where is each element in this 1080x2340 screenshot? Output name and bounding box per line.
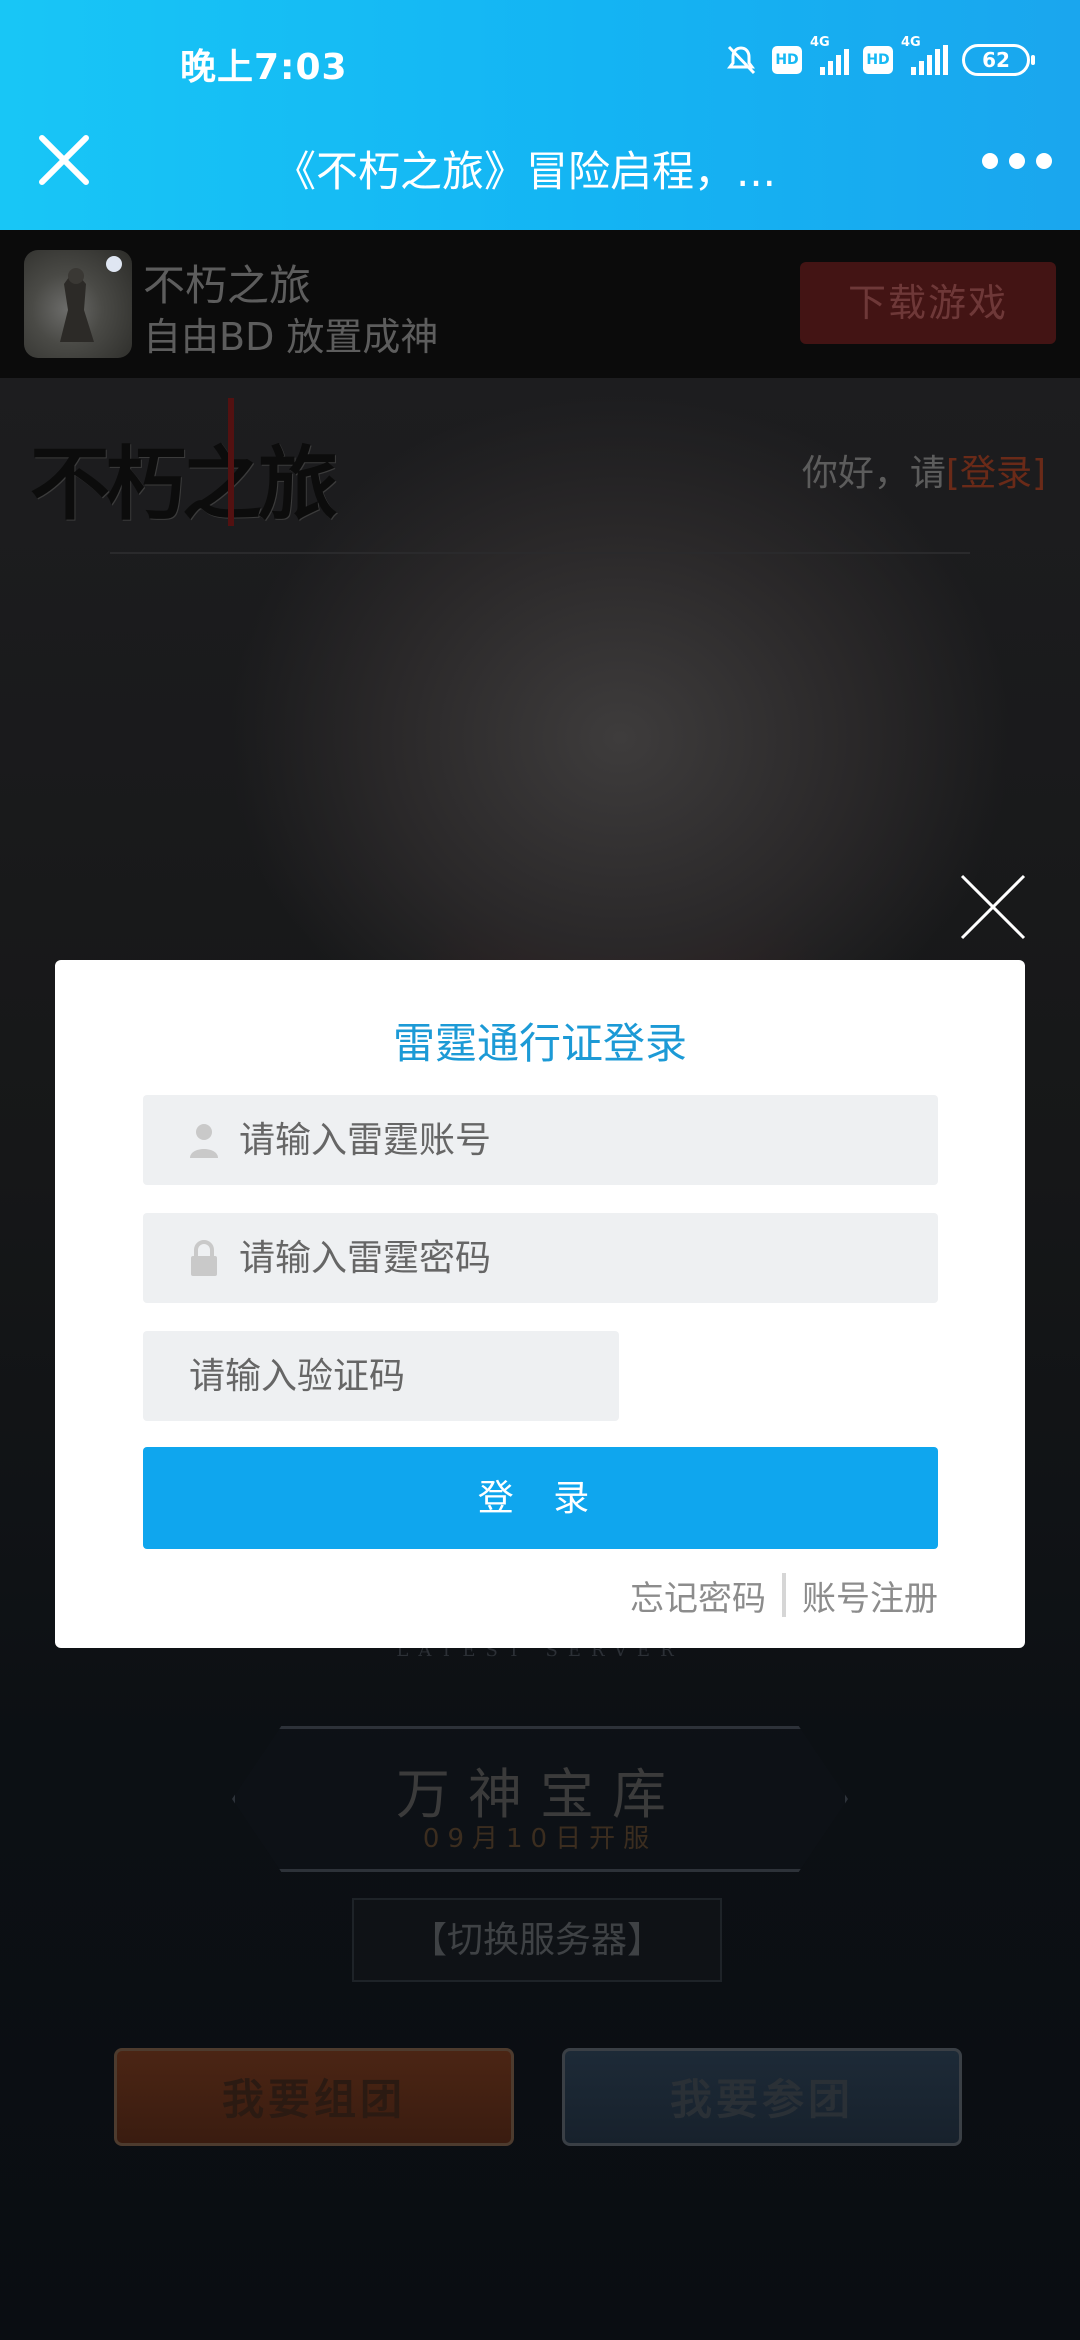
- join-team-button[interactable]: 我要参团: [562, 2048, 962, 2146]
- login-button[interactable]: 登 录: [143, 1447, 938, 1549]
- status-bar: 晚上7:03 HD 4G HD 4G 62: [0, 0, 1080, 120]
- game-character-icon: [60, 256, 122, 342]
- forgot-password-link[interactable]: 忘记密码: [630, 1571, 766, 1620]
- more-dots-icon[interactable]: [982, 146, 1052, 176]
- modal-links: 忘记密码 账号注册: [630, 1570, 938, 1620]
- server-open-date: 09月10日开服: [422, 1824, 658, 1854]
- app-download-banner: 不朽之旅 自由BD 放置成神 下载游戏: [0, 230, 1080, 378]
- signal-icon-2: 4G: [901, 35, 948, 75]
- close-icon[interactable]: [34, 130, 94, 190]
- hero-login-link[interactable]: [登录]: [946, 453, 1046, 494]
- link-separator: [782, 1573, 786, 1617]
- title-bar: 《不朽之旅》冒险启程，...: [0, 120, 1080, 230]
- sword-icon: [228, 398, 234, 526]
- password-input[interactable]: [237, 1213, 938, 1303]
- hd-badge-2: HD: [863, 46, 893, 74]
- captcha-input[interactable]: [143, 1331, 619, 1421]
- modal-title: 雷霆通行证登录: [392, 1019, 687, 1068]
- status-time: 晚上7:03: [180, 47, 348, 88]
- switch-server-button[interactable]: 【切换服务器】: [352, 1898, 722, 1982]
- app-name: 不朽之旅: [143, 261, 312, 310]
- top-bar: 晚上7:03 HD 4G HD 4G 62 《不朽之旅》冒险启程，...: [0, 0, 1080, 230]
- battery-indicator: 62: [962, 44, 1035, 76]
- signal-icon: 4G: [810, 35, 849, 75]
- modal-close-icon[interactable]: [958, 872, 1028, 942]
- login-modal: 雷霆通行证登录 登 录 忘记密码 账号注册: [55, 960, 1025, 1648]
- game-logo: 不朽之旅: [30, 398, 338, 531]
- app-icon: [24, 250, 132, 358]
- page-title: 《不朽之旅》冒险启程，...: [273, 147, 777, 196]
- hero-divider: [110, 552, 970, 554]
- captcha-field[interactable]: [143, 1331, 619, 1421]
- app-slogan: 自由BD 放置成神: [143, 315, 439, 359]
- lock-icon: [191, 1240, 217, 1276]
- download-game-button[interactable]: 下载游戏: [800, 262, 1056, 344]
- register-link[interactable]: 账号注册: [802, 1571, 938, 1620]
- account-input[interactable]: [237, 1095, 938, 1185]
- password-field[interactable]: [143, 1213, 938, 1303]
- user-icon: [190, 1124, 218, 1158]
- account-field[interactable]: [143, 1095, 938, 1185]
- hd-badge: HD: [772, 46, 802, 74]
- greeting: 你好，请[登录]: [801, 453, 1046, 494]
- mute-bell-icon: [727, 45, 756, 75]
- status-icons: HD 4G HD 4G 62: [724, 35, 1035, 80]
- create-team-button[interactable]: 我要组团: [114, 2048, 514, 2146]
